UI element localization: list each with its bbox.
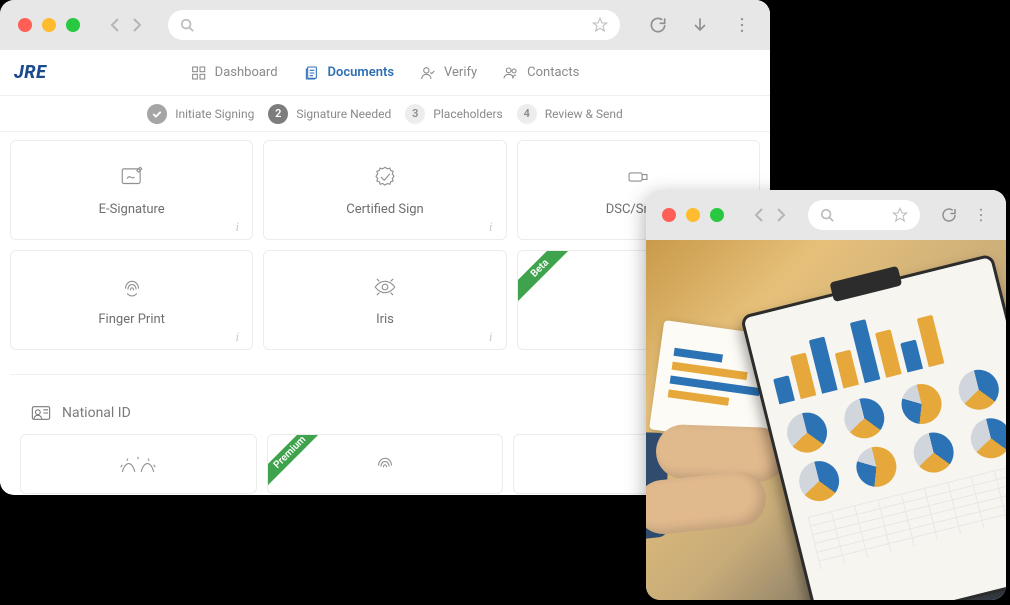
tab-documents-label: Documents — [328, 65, 394, 80]
reload-icon[interactable] — [940, 206, 958, 224]
step-placeholders[interactable]: 3 Placeholders — [405, 104, 502, 124]
step-2-label: Signature Needed — [296, 107, 391, 121]
more-menu-icon[interactable] — [972, 206, 990, 224]
premium-ribbon: Premium — [267, 434, 331, 493]
section-national-id-label: National ID — [62, 405, 131, 421]
card-national-id-1[interactable] — [20, 434, 257, 494]
address-bar[interactable] — [168, 10, 620, 40]
tab-dashboard-label: Dashboard — [215, 65, 278, 80]
step-2-badge: 2 — [268, 104, 288, 124]
info-icon[interactable]: i — [484, 329, 498, 343]
bookmark-star-icon[interactable] — [592, 17, 608, 33]
certified-icon — [372, 164, 398, 190]
nav-arrows — [108, 17, 144, 33]
verify-icon — [420, 65, 436, 81]
documents-icon — [304, 65, 320, 81]
step-initiate-signing[interactable]: Initiate Signing — [147, 104, 254, 124]
close-window-button[interactable] — [662, 208, 676, 222]
contacts-icon — [503, 65, 519, 81]
card-fingerprint-label: Finger Print — [98, 312, 165, 327]
step-signature-needed[interactable]: 2 Signature Needed — [268, 104, 391, 124]
card-iris-label: Iris — [376, 312, 394, 327]
step-3-label: Placeholders — [433, 107, 502, 121]
e-signature-icon — [119, 164, 145, 190]
address-bar[interactable] — [808, 200, 920, 230]
nav-arrows — [752, 207, 788, 223]
minimize-window-button[interactable] — [42, 18, 56, 32]
app-nav: JRE Dashboard Documents Verify Contacts — [0, 50, 770, 96]
tab-verify[interactable]: Verify — [420, 65, 477, 81]
traffic-lights — [18, 18, 80, 32]
secondary-browser-window — [646, 190, 1006, 600]
info-icon[interactable]: i — [230, 329, 244, 343]
dashboard-icon — [191, 65, 207, 81]
forward-icon[interactable] — [772, 207, 788, 223]
toolbar-right — [648, 15, 752, 35]
card-e-signature-label: E-Signature — [99, 202, 165, 217]
step-3-badge: 3 — [405, 104, 425, 124]
search-icon — [820, 208, 834, 222]
card-iris[interactable]: Iris i — [263, 250, 506, 350]
id-card-icon — [30, 402, 52, 424]
iris-icon — [372, 274, 398, 300]
fingerprint-icon — [372, 451, 398, 477]
title-bar — [0, 0, 770, 50]
back-icon[interactable] — [752, 207, 768, 223]
bookmark-star-icon[interactable] — [892, 207, 908, 223]
fingerprint-icon — [119, 274, 145, 300]
search-icon — [180, 18, 194, 32]
reload-icon[interactable] — [648, 15, 668, 35]
tab-dashboard[interactable]: Dashboard — [191, 65, 278, 81]
card-national-id-premium[interactable]: Premium — [267, 434, 504, 494]
primary-tabs: Dashboard Documents Verify Contacts — [191, 65, 580, 81]
back-icon[interactable] — [108, 17, 124, 33]
step-4-label: Review & Send — [545, 107, 623, 121]
beta-ribbon: Beta — [517, 250, 581, 309]
info-icon[interactable]: i — [230, 219, 244, 233]
progress-stepper: Initiate Signing 2 Signature Needed 3 Pl… — [0, 96, 770, 132]
card-fingerprint[interactable]: Finger Print i — [10, 250, 253, 350]
aadhaar-icon — [118, 453, 158, 475]
app-logo: JRE — [14, 62, 46, 83]
content-image — [646, 240, 1006, 600]
tab-documents[interactable]: Documents — [304, 65, 394, 81]
minimize-window-button[interactable] — [686, 208, 700, 222]
clipboard — [740, 253, 1006, 600]
tab-contacts-label: Contacts — [527, 65, 579, 80]
usb-icon — [625, 164, 651, 190]
card-certified-sign-label: Certified Sign — [346, 202, 424, 217]
title-bar — [646, 190, 1006, 240]
maximize-window-button[interactable] — [710, 208, 724, 222]
more-menu-icon[interactable] — [732, 15, 752, 35]
tab-verify-label: Verify — [444, 65, 477, 80]
download-icon[interactable] — [690, 15, 710, 35]
step-check-icon — [147, 104, 167, 124]
close-window-button[interactable] — [18, 18, 32, 32]
forward-icon[interactable] — [128, 17, 144, 33]
tab-contacts[interactable]: Contacts — [503, 65, 579, 81]
hand — [646, 469, 768, 536]
traffic-lights — [662, 208, 724, 222]
card-certified-sign[interactable]: Certified Sign i — [263, 140, 506, 240]
step-4-badge: 4 — [517, 104, 537, 124]
info-icon[interactable]: i — [484, 219, 498, 233]
step-review-send[interactable]: 4 Review & Send — [517, 104, 623, 124]
step-1-label: Initiate Signing — [175, 107, 254, 121]
toolbar-right — [940, 206, 990, 224]
maximize-window-button[interactable] — [66, 18, 80, 32]
card-e-signature[interactable]: E-Signature i — [10, 140, 253, 240]
